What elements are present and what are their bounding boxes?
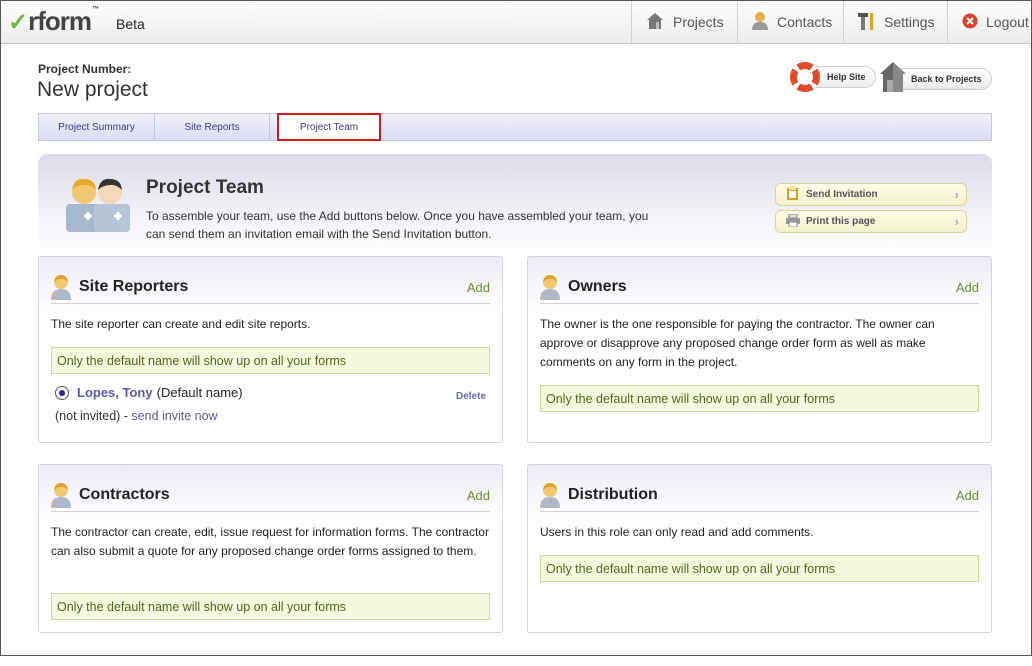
distribution-description: Users in this role can only read and add… [540,525,814,539]
send-invitation-label: Send Invitation [806,189,878,200]
send-invitation-button[interactable]: Send Invitation › [775,183,967,206]
house-icon [645,11,665,34]
chevron-right-icon: › [954,214,959,229]
owners-title: Owners [568,278,627,295]
contractors-panel: Contractors Add The contractor can creat… [38,464,503,633]
tab-site-reports[interactable]: Site Reports [155,114,270,140]
rform-logo[interactable]: ✓rform™ [8,6,99,37]
divider [540,303,979,304]
back-to-projects-label: Back to Projects [911,74,982,84]
lifebuoy-icon [790,62,820,92]
default-name-note: Only the default name will show up on al… [540,385,979,412]
contractors-title: Contractors [79,486,170,503]
default-member-radio[interactable] [55,385,69,400]
divider [51,303,490,304]
add-site-reporter-button[interactable]: Add [467,280,490,295]
nav-contacts[interactable]: Contacts [737,1,844,43]
tab-project-summary[interactable]: Project Summary [39,114,155,140]
add-owner-button[interactable]: Add [956,280,979,295]
default-name-suffix: (Default name) [156,385,243,400]
tab-bar: Project Summary Site Reports Project Tea… [38,113,992,141]
divider [540,511,979,512]
add-contractor-button[interactable]: Add [467,488,490,503]
nav-settings[interactable]: Settings [843,1,948,43]
team-description: To assemble your team, use the Add butto… [146,209,649,241]
site-reporters-panel: Site Reporters Add The site reporter can… [38,256,503,443]
invite-status: (not invited) - send invite now [55,409,218,423]
nav-projects[interactable]: Projects [631,1,738,43]
person-icon [50,274,72,305]
tools-icon [856,11,876,34]
send-invite-link[interactable]: send invite now [131,409,217,423]
nav-projects-label: Projects [673,14,724,30]
default-name-note: Only the default name will show up on al… [51,593,490,620]
nav-settings-label: Settings [884,14,935,30]
project-number-label: Project Number: [38,62,132,76]
chevron-right-icon: › [954,187,959,202]
nav-logout-label: Logout [986,14,1029,30]
site-reporters-description: The site reporter can create and edit si… [51,317,311,331]
clipboard-icon [786,186,800,203]
nav-contacts-label: Contacts [777,14,833,30]
print-page-label: Print this page [806,216,876,227]
site-reporters-title: Site Reporters [79,278,189,295]
member-name[interactable]: Lopes, Tony [77,385,153,400]
default-name-note: Only the default name will show up on al… [51,347,490,374]
add-distribution-button[interactable]: Add [956,488,979,503]
checkmark-icon: ✓ [8,9,28,36]
help-site-label: Help Site [827,72,866,82]
page-title: Project Team [146,177,264,198]
owners-description: The owner is the one responsible for pay… [540,317,935,369]
person-icon [50,482,72,513]
nav-logout[interactable]: Logout [947,1,1031,43]
print-page-button[interactable]: Print this page › [775,210,967,233]
default-name-note: Only the default name will show up on al… [540,555,979,582]
person-icon [539,274,561,305]
person-icon [539,482,561,513]
house-icon [878,60,908,99]
distribution-panel: Distribution Add Users in this role can … [527,464,992,633]
distribution-title: Distribution [568,486,658,503]
logo-text: rform [28,6,92,36]
printer-icon [786,213,800,230]
person-icon [751,11,769,34]
member-row: Lopes, Tony (Default name) [55,385,243,400]
team-icon [62,176,134,239]
close-circle-icon [962,13,978,32]
invite-status-text: (not invited) - [55,409,132,423]
owners-panel: Owners Add The owner is the one responsi… [527,256,992,443]
top-bar: ✓rform™ Beta Projects Contacts Settings … [1,1,1030,44]
project-name: New project [37,78,148,101]
contractors-description: The contractor can create, edit, issue r… [51,525,489,558]
divider [51,511,490,512]
beta-label: Beta [116,16,145,32]
logo-tm: ™ [92,6,99,13]
tab-project-team[interactable]: Project Team [277,113,381,141]
delete-member-button[interactable]: Delete [456,391,486,402]
